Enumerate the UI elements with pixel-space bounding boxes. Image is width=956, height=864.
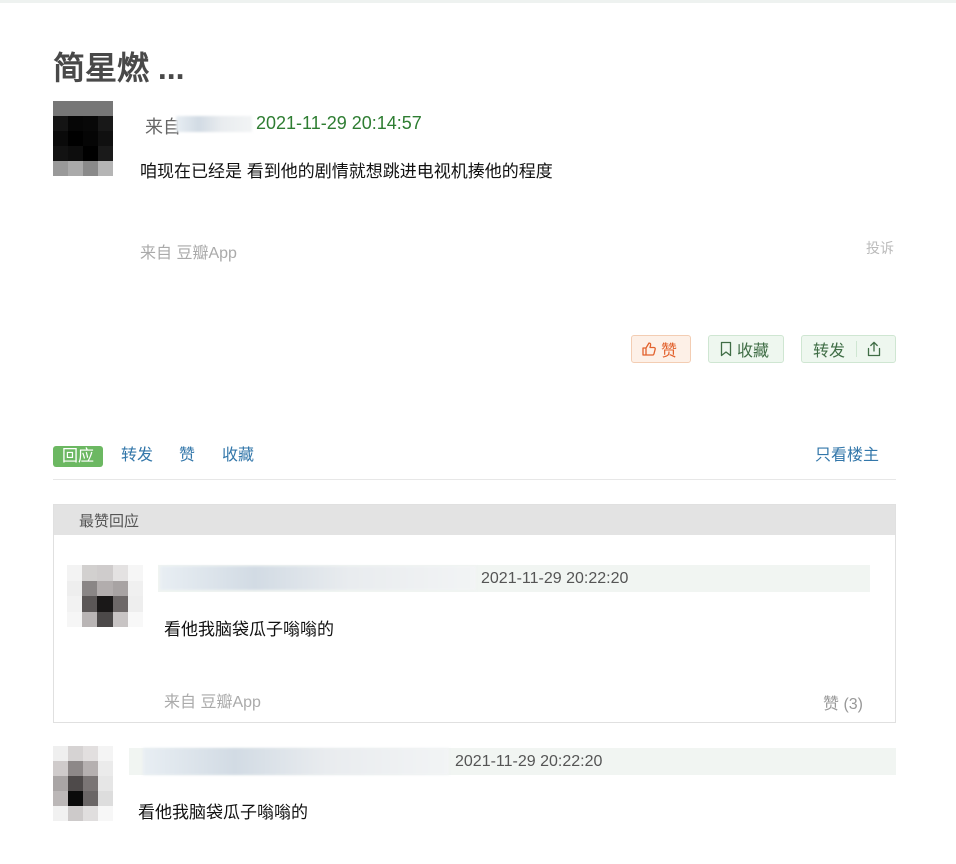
- share-icon[interactable]: [867, 341, 881, 357]
- author-avatar[interactable]: [53, 101, 113, 176]
- reply-source: 来自 豆瓣App: [164, 694, 261, 711]
- reply-avatar[interactable]: [67, 565, 143, 627]
- tab-reply[interactable]: 回应: [53, 446, 104, 467]
- collect-button-label: 收藏: [737, 343, 770, 360]
- reply-timestamp: 2021-11-29 20:22:20: [455, 753, 603, 770]
- tab-like[interactable]: 赞: [179, 445, 195, 467]
- collect-button[interactable]: 收藏: [708, 335, 784, 363]
- share-button-divider: [856, 341, 858, 357]
- page-title: 简星燃 ...: [53, 50, 185, 86]
- author-name-blurred[interactable]: [176, 116, 252, 132]
- reply-like-count[interactable]: 赞 (3): [823, 690, 863, 714]
- bookmark-icon: [720, 341, 732, 357]
- like-button[interactable]: 赞: [631, 335, 691, 363]
- reply-timestamp: 2021-11-29 20:22:20: [481, 570, 629, 587]
- reply-content: 看他我脑袋瓜子嗡嗡的: [138, 803, 308, 822]
- reply-avatar[interactable]: [53, 746, 113, 821]
- only-op-link[interactable]: 只看楼主: [815, 445, 879, 467]
- reply-author-name-blurred[interactable]: [143, 748, 449, 775]
- tab-collect[interactable]: 收藏: [222, 445, 254, 467]
- reply-tabs: 回应 转发 赞 收藏 只看楼主: [53, 445, 896, 480]
- post-content: 咱现在已经是 看到他的剧情就想跳进电视机揍他的程度: [140, 162, 553, 181]
- best-replies-header: 最赞回应: [54, 505, 895, 535]
- like-button-label: 赞: [661, 343, 678, 360]
- share-button[interactable]: 转发: [801, 335, 896, 363]
- thumb-up-icon: [642, 342, 656, 356]
- share-button-label: 转发: [813, 343, 846, 360]
- post-timestamp: 2021-11-29 20:14:57: [256, 113, 422, 133]
- report-link[interactable]: 投诉: [866, 238, 894, 258]
- post-source: 来自 豆瓣App: [140, 245, 237, 262]
- top-divider: [0, 0, 956, 3]
- reply-content: 看他我脑袋瓜子嗡嗡的: [164, 620, 334, 639]
- reply-author-name-blurred[interactable]: [160, 566, 476, 590]
- tab-share[interactable]: 转发: [121, 445, 153, 467]
